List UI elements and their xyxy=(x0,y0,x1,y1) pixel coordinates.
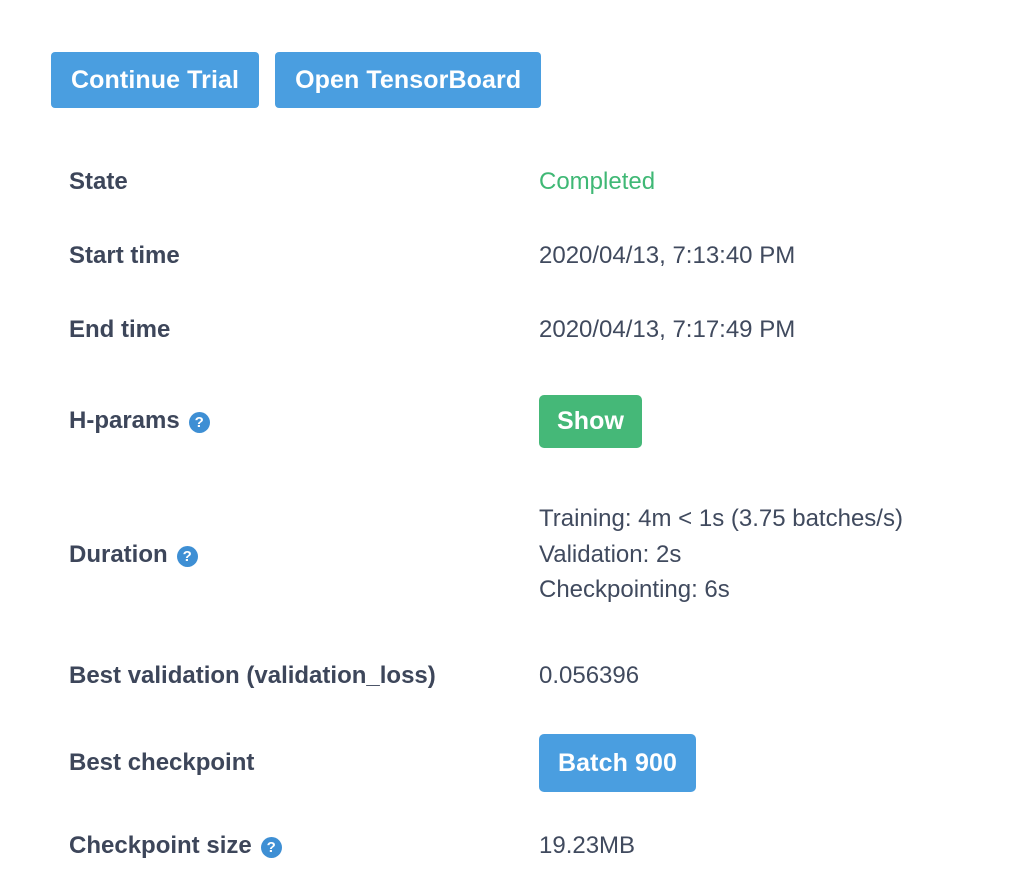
detail-label-state: State xyxy=(69,167,539,197)
show-hparams-button[interactable]: Show xyxy=(539,394,643,448)
detail-label-state-text: State xyxy=(69,168,128,195)
detail-row-checkpoint-size: Checkpoint size ? 19.23MB xyxy=(69,809,1009,883)
continue-trial-button[interactable]: Continue Trial xyxy=(51,52,260,108)
duration-validation: Validation: 2s xyxy=(539,540,682,568)
duration-training: Training: 4m < 1s (3.75 batches/s) xyxy=(539,504,903,532)
trial-detail-page: Continue Trial Open TensorBoard State Co… xyxy=(0,0,1030,890)
detail-label-best-validation-text: Best validation (validation_loss) xyxy=(69,662,436,689)
detail-value-state: Completed xyxy=(539,165,1009,200)
detail-row-start-time: Start time 2020/04/13, 7:13:40 PM xyxy=(69,219,1009,293)
open-tensorboard-button[interactable]: Open TensorBoard xyxy=(275,52,542,108)
best-checkpoint-button[interactable]: Batch 900 xyxy=(539,734,697,792)
detail-value-end-time: 2020/04/13, 7:17:49 PM xyxy=(539,315,796,343)
detail-value-hparams: Show xyxy=(539,394,1009,448)
duration-checkpointing: Checkpointing: 6s xyxy=(539,576,730,604)
detail-row-best-checkpoint: Best checkpoint Batch 900 xyxy=(69,717,1009,809)
detail-label-end-time-text: End time xyxy=(69,316,171,343)
detail-label-best-validation: Best validation (validation_loss) xyxy=(69,661,539,691)
detail-label-hparams: H-params ? xyxy=(69,406,539,436)
detail-row-hparams: H-params ? Show xyxy=(69,367,1009,475)
detail-row-end-time: End time 2020/04/13, 7:17:49 PM xyxy=(69,293,1009,367)
detail-row-state: State Completed xyxy=(69,145,1009,219)
detail-label-checkpoint-size-text: Checkpoint size xyxy=(69,832,252,859)
detail-row-best-validation: Best validation (validation_loss) 0.0563… xyxy=(69,635,1009,717)
detail-value-duration: Training: 4m < 1s (3.75 batches/s) Valid… xyxy=(539,505,1009,605)
detail-label-duration: Duration ? xyxy=(69,540,539,570)
duration-breakdown: Training: 4m < 1s (3.75 batches/s) Valid… xyxy=(539,505,1009,605)
detail-label-best-checkpoint-text: Best checkpoint xyxy=(69,749,255,776)
help-icon[interactable]: ? xyxy=(260,836,282,858)
action-bar: Continue Trial Open TensorBoard xyxy=(51,52,542,108)
detail-label-best-checkpoint: Best checkpoint xyxy=(69,748,539,778)
detail-row-duration: Duration ? Training: 4m < 1s (3.75 batch… xyxy=(69,475,1009,635)
detail-label-start-time-text: Start time xyxy=(69,242,180,269)
detail-value-checkpoint-size: 19.23MB xyxy=(539,831,636,859)
detail-label-end-time: End time xyxy=(69,315,539,345)
detail-label-duration-text: Duration xyxy=(69,541,168,568)
trial-detail-list: State Completed Start time 2020/04/13, 7… xyxy=(69,145,1009,883)
detail-value-start-time: 2020/04/13, 7:13:40 PM xyxy=(539,241,796,269)
detail-value-best-validation: 0.056396 xyxy=(539,661,640,689)
detail-label-start-time: Start time xyxy=(69,241,539,271)
detail-value-best-checkpoint: Batch 900 xyxy=(539,734,1009,792)
detail-label-checkpoint-size: Checkpoint size ? xyxy=(69,831,539,861)
help-icon[interactable]: ? xyxy=(188,411,210,433)
help-icon[interactable]: ? xyxy=(176,545,198,567)
status-badge: Completed xyxy=(539,167,656,195)
detail-label-hparams-text: H-params xyxy=(69,407,180,434)
